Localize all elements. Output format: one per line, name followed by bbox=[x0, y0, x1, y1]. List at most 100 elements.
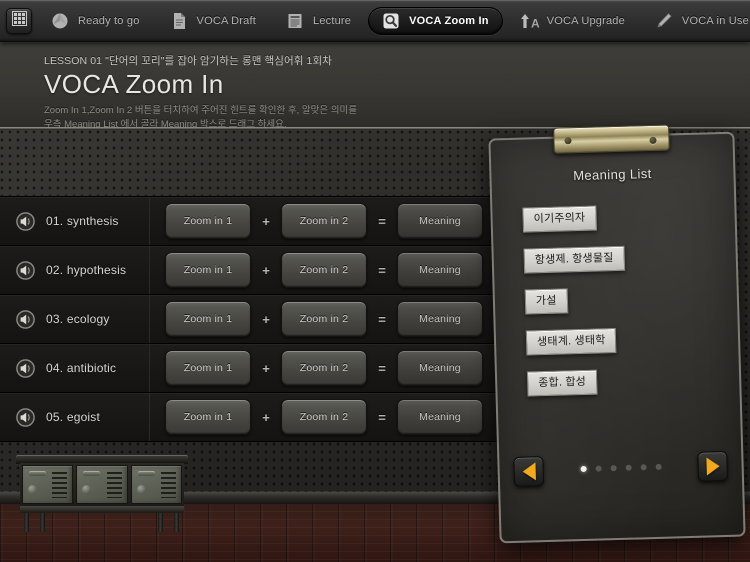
zoom-in-2-button[interactable]: Zoom in 2 bbox=[281, 301, 367, 337]
locker-leg bbox=[158, 513, 163, 532]
speaker-icon[interactable] bbox=[16, 260, 35, 280]
meaning-chip[interactable]: 이기주의자 bbox=[522, 205, 597, 233]
grid-icon bbox=[11, 10, 27, 31]
nav-item-label: Ready to go bbox=[78, 14, 140, 27]
meaning-chip-wrap: 이기주의자 bbox=[522, 202, 721, 249]
meaning-drop-box[interactable]: Meaning bbox=[397, 203, 483, 239]
presentation-icon bbox=[286, 12, 304, 30]
page-dot[interactable] bbox=[610, 465, 617, 472]
nav-item-label: VOCA Upgrade bbox=[546, 14, 625, 27]
word-cell: 03. ecology bbox=[0, 295, 150, 343]
page-dot[interactable] bbox=[640, 464, 647, 471]
page-dot[interactable] bbox=[625, 464, 632, 471]
word-actions: Zoom in 1 + Zoom in 2 = Meaning bbox=[150, 350, 483, 386]
page-title: VOCA Zoom In bbox=[44, 69, 224, 99]
speaker-icon[interactable] bbox=[16, 358, 35, 378]
meaning-chip-wrap: 항생제. 항생물질 bbox=[523, 243, 722, 290]
next-page-button[interactable] bbox=[697, 450, 729, 482]
meaning-chip-list: 이기주의자 항생제. 항생물질 가설 생태계. 생태학 종합. 합성 bbox=[522, 202, 726, 413]
locker-knob bbox=[82, 485, 92, 494]
locker-skirt bbox=[20, 506, 184, 513]
speaker-icon[interactable] bbox=[16, 309, 35, 329]
svg-text:A: A bbox=[531, 16, 540, 30]
triangle-right-icon bbox=[705, 457, 720, 476]
zoom-in-1-button[interactable]: Zoom in 1 bbox=[165, 301, 251, 337]
zoom-in-1-button[interactable]: Zoom in 1 bbox=[165, 252, 251, 288]
equals-operator: = bbox=[378, 213, 386, 229]
plus-operator: + bbox=[262, 409, 270, 425]
meaning-list-pager bbox=[497, 450, 744, 492]
nav-item-lecture[interactable]: Lecture bbox=[273, 7, 364, 35]
word-actions: Zoom in 1 + Zoom in 2 = Meaning bbox=[150, 399, 483, 435]
nav-item-voca-in-use[interactable]: VOCA in Use bbox=[642, 7, 750, 35]
locker-door bbox=[22, 465, 74, 504]
magnifier-icon bbox=[382, 12, 400, 30]
meaning-chip[interactable]: 종합. 합성 bbox=[526, 369, 598, 397]
meaning-list-panel: Meaning List 이기주의자 항생제. 항생물질 가설 생태계. 생태학… bbox=[488, 124, 746, 544]
top-navbar: Ready to go VOCA Draft Lecture VOCA Zoom… bbox=[0, 0, 750, 42]
zoom-in-2-button[interactable]: Zoom in 2 bbox=[281, 252, 367, 288]
lesson-kicker: LESSON 01 "단어의 꼬리"를 잡아 암기하는 롱맨 핵심어휘 1회차 bbox=[44, 55, 333, 67]
page-dot[interactable] bbox=[655, 463, 662, 470]
meaning-chip[interactable]: 항생제. 항생물질 bbox=[523, 245, 625, 274]
meaning-chip[interactable]: 가설 bbox=[524, 288, 568, 315]
meaning-chip-wrap: 가설 bbox=[524, 284, 724, 331]
word-label: 03. ecology bbox=[46, 312, 110, 326]
pencil-icon bbox=[655, 12, 673, 30]
nav-item-label: VOCA in Use bbox=[681, 14, 749, 27]
word-row: 01. synthesis Zoom in 1 + Zoom in 2 = Me… bbox=[0, 197, 512, 246]
word-actions: Zoom in 1 + Zoom in 2 = Meaning bbox=[150, 252, 483, 288]
locker-cabinet bbox=[16, 447, 188, 532]
lesson-header: LESSON 01 "단어의 꼬리"를 잡아 암기하는 롱맨 핵심어휘 1회차 … bbox=[0, 42, 750, 130]
word-label: 05. egoist bbox=[46, 410, 101, 424]
arrow-up-a-icon: A bbox=[520, 12, 540, 30]
locker-knob bbox=[28, 485, 37, 494]
zoom-in-2-button[interactable]: Zoom in 2 bbox=[281, 399, 367, 435]
meaning-drop-box[interactable]: Meaning bbox=[397, 350, 483, 386]
equals-operator: = bbox=[378, 311, 386, 327]
zoom-in-2-button[interactable]: Zoom in 2 bbox=[281, 203, 367, 239]
word-cell: 01. synthesis bbox=[0, 197, 150, 245]
plus-operator: + bbox=[262, 262, 270, 278]
locker-leg bbox=[174, 513, 179, 532]
word-row: 03. ecology Zoom in 1 + Zoom in 2 = Mean… bbox=[0, 295, 512, 344]
grid-menu-button[interactable] bbox=[6, 7, 32, 34]
page-dot[interactable] bbox=[595, 465, 602, 472]
nav-item-voca-upgrade[interactable]: A VOCA Upgrade bbox=[507, 7, 638, 35]
document-icon bbox=[170, 12, 188, 30]
meaning-drop-box[interactable]: Meaning bbox=[397, 399, 483, 435]
locker-leg bbox=[40, 513, 45, 532]
word-label: 02. hypothesis bbox=[46, 263, 127, 277]
word-cell: 05. egoist bbox=[0, 393, 150, 441]
meaning-chip-wrap: 종합. 합성 bbox=[526, 366, 726, 413]
page-dot[interactable] bbox=[580, 465, 587, 473]
nav-item-ready-to-go[interactable]: Ready to go bbox=[38, 7, 153, 35]
nav-item-voca-draft[interactable]: VOCA Draft bbox=[157, 7, 269, 35]
speaker-icon[interactable] bbox=[16, 407, 35, 427]
locker-door bbox=[130, 465, 182, 504]
locker-knob bbox=[136, 485, 146, 494]
word-row: 04. antibiotic Zoom in 1 + Zoom in 2 = M… bbox=[0, 344, 512, 393]
meaning-drop-box[interactable]: Meaning bbox=[397, 301, 483, 337]
equals-operator: = bbox=[378, 262, 386, 278]
meaning-drop-box[interactable]: Meaning bbox=[397, 252, 483, 288]
zoom-in-1-button[interactable]: Zoom in 1 bbox=[165, 203, 251, 239]
plus-operator: + bbox=[262, 360, 270, 376]
speaker-icon[interactable] bbox=[16, 211, 35, 231]
navbar-items: Ready to go VOCA Draft Lecture VOCA Zoom… bbox=[32, 0, 750, 41]
locker-body bbox=[20, 463, 184, 506]
word-row: 05. egoist Zoom in 1 + Zoom in 2 = Meani… bbox=[0, 393, 512, 442]
meaning-chip[interactable]: 생태계. 생태학 bbox=[525, 328, 617, 356]
meaning-chip-wrap: 생태계. 생태학 bbox=[525, 325, 725, 372]
zoom-in-2-button[interactable]: Zoom in 2 bbox=[281, 350, 367, 386]
nav-item-label: Lecture bbox=[313, 14, 352, 27]
zoom-in-1-button[interactable]: Zoom in 1 bbox=[165, 350, 251, 386]
locker-handle bbox=[137, 471, 155, 476]
zoom-in-1-button[interactable]: Zoom in 1 bbox=[165, 399, 251, 435]
word-actions: Zoom in 1 + Zoom in 2 = Meaning bbox=[150, 203, 483, 239]
word-label: 01. synthesis bbox=[46, 214, 119, 228]
clipboard-clip-icon bbox=[553, 124, 670, 154]
nav-item-label: VOCA Draft bbox=[196, 14, 256, 27]
nav-item-voca-zoom-in[interactable]: VOCA Zoom In bbox=[368, 6, 503, 35]
locker-handle bbox=[83, 471, 101, 476]
